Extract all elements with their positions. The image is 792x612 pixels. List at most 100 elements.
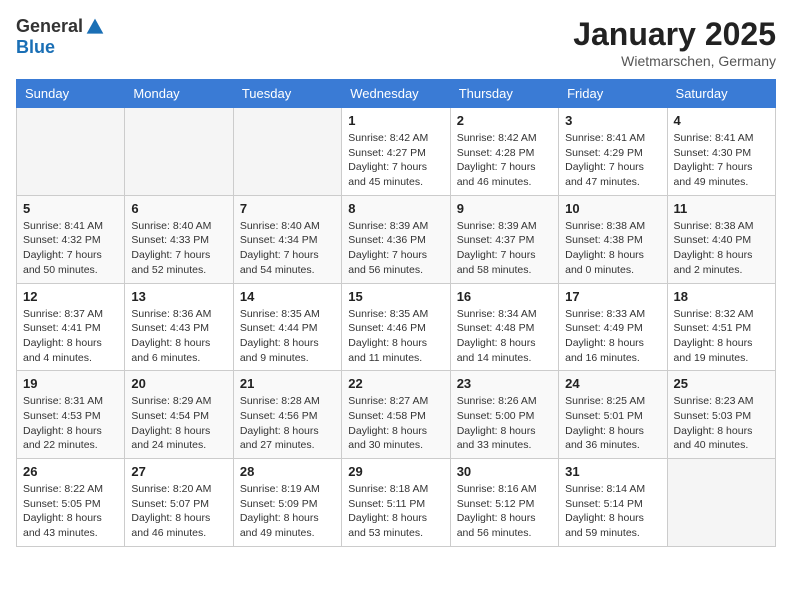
month-title: January 2025 bbox=[573, 16, 776, 53]
calendar-cell: 26Sunrise: 8:22 AM Sunset: 5:05 PM Dayli… bbox=[17, 459, 125, 547]
day-number: 31 bbox=[565, 464, 660, 479]
calendar-cell: 30 Sunrise: 8:16 AM Sunset: 5:12 PM Dayli… bbox=[450, 459, 558, 547]
calendar-cell: 1Sunrise: 8:42 AM Sunset: 4:27 PM Daylig… bbox=[342, 108, 450, 196]
day-header-friday: Friday bbox=[559, 80, 667, 108]
day-number: 22 bbox=[348, 376, 443, 391]
calendar-cell: 2 Sunrise: 8:42 AM Sunset: 4:28 PM Daylig… bbox=[450, 108, 558, 196]
day-info: Sunrise: 8:39 AM Sunset: 4:37 PM Dayligh… bbox=[457, 219, 552, 278]
calendar-cell: 23 Sunrise: 8:26 AM Sunset: 5:00 PM Dayli… bbox=[450, 371, 558, 459]
day-number: 1 bbox=[348, 113, 443, 128]
day-info: Sunrise: 8:32 AM Sunset: 4:51 PM Dayligh… bbox=[674, 307, 769, 366]
calendar-cell: 7 Sunrise: 8:40 AM Sunset: 4:34 PM Daylig… bbox=[233, 195, 341, 283]
calendar-cell: 17 Sunrise: 8:33 AM Sunset: 4:49 PM Dayli… bbox=[559, 283, 667, 371]
day-number: 20 bbox=[131, 376, 226, 391]
calendar-cell: 31 Sunrise: 8:14 AM Sunset: 5:14 PM Dayli… bbox=[559, 459, 667, 547]
day-info: Sunrise: 8:38 AM Sunset: 4:40 PM Dayligh… bbox=[674, 219, 769, 278]
title-section: January 2025 Wietmarschen, Germany bbox=[573, 16, 776, 69]
day-number: 9 bbox=[457, 201, 552, 216]
day-number: 25 bbox=[674, 376, 769, 391]
day-info: Sunrise: 8:35 AM Sunset: 4:44 PM Dayligh… bbox=[240, 307, 335, 366]
day-number: 2 bbox=[457, 113, 552, 128]
calendar-cell: 20 Sunrise: 8:29 AM Sunset: 4:54 PM Dayli… bbox=[125, 371, 233, 459]
calendar-cell: 28 Sunrise: 8:19 AM Sunset: 5:09 PM Dayli… bbox=[233, 459, 341, 547]
calendar-table: SundayMondayTuesdayWednesdayThursdayFrid… bbox=[16, 79, 776, 547]
day-number: 24 bbox=[565, 376, 660, 391]
day-number: 27 bbox=[131, 464, 226, 479]
day-info: Sunrise: 8:14 AM Sunset: 5:14 PM Dayligh… bbox=[565, 482, 660, 541]
calendar-cell: 5Sunrise: 8:41 AM Sunset: 4:32 PM Daylig… bbox=[17, 195, 125, 283]
day-number: 17 bbox=[565, 289, 660, 304]
week-row-5: 26Sunrise: 8:22 AM Sunset: 5:05 PM Dayli… bbox=[17, 459, 776, 547]
calendar-cell: 16 Sunrise: 8:34 AM Sunset: 4:48 PM Dayli… bbox=[450, 283, 558, 371]
calendar-cell: 25Sunrise: 8:23 AM Sunset: 5:03 PM Dayli… bbox=[667, 371, 775, 459]
calendar-cell: 19Sunrise: 8:31 AM Sunset: 4:53 PM Dayli… bbox=[17, 371, 125, 459]
day-number: 13 bbox=[131, 289, 226, 304]
logo-blue-text: Blue bbox=[16, 37, 55, 58]
calendar-cell: 11 Sunrise: 8:38 AM Sunset: 4:40 PM Dayli… bbox=[667, 195, 775, 283]
calendar-cell: 8Sunrise: 8:39 AM Sunset: 4:36 PM Daylig… bbox=[342, 195, 450, 283]
logo-general-text: General bbox=[16, 16, 83, 37]
day-number: 29 bbox=[348, 464, 443, 479]
calendar-cell: 13 Sunrise: 8:36 AM Sunset: 4:43 PM Dayli… bbox=[125, 283, 233, 371]
day-info: Sunrise: 8:29 AM Sunset: 4:54 PM Dayligh… bbox=[131, 394, 226, 453]
day-info: Sunrise: 8:22 AM Sunset: 5:05 PM Dayligh… bbox=[23, 482, 118, 541]
day-info: Sunrise: 8:36 AM Sunset: 4:43 PM Dayligh… bbox=[131, 307, 226, 366]
day-header-monday: Monday bbox=[125, 80, 233, 108]
day-number: 15 bbox=[348, 289, 443, 304]
day-number: 8 bbox=[348, 201, 443, 216]
day-info: Sunrise: 8:26 AM Sunset: 5:00 PM Dayligh… bbox=[457, 394, 552, 453]
calendar-cell: 3 Sunrise: 8:41 AM Sunset: 4:29 PM Daylig… bbox=[559, 108, 667, 196]
day-info: Sunrise: 8:20 AM Sunset: 5:07 PM Dayligh… bbox=[131, 482, 226, 541]
calendar-cell: 4 Sunrise: 8:41 AM Sunset: 4:30 PM Daylig… bbox=[667, 108, 775, 196]
calendar-cell bbox=[125, 108, 233, 196]
calendar-cell bbox=[233, 108, 341, 196]
day-number: 21 bbox=[240, 376, 335, 391]
calendar-header-row: SundayMondayTuesdayWednesdayThursdayFrid… bbox=[17, 80, 776, 108]
day-number: 7 bbox=[240, 201, 335, 216]
day-info: Sunrise: 8:41 AM Sunset: 4:29 PM Dayligh… bbox=[565, 131, 660, 190]
day-number: 4 bbox=[674, 113, 769, 128]
day-header-thursday: Thursday bbox=[450, 80, 558, 108]
week-row-1: 1Sunrise: 8:42 AM Sunset: 4:27 PM Daylig… bbox=[17, 108, 776, 196]
day-info: Sunrise: 8:28 AM Sunset: 4:56 PM Dayligh… bbox=[240, 394, 335, 453]
day-info: Sunrise: 8:18 AM Sunset: 5:11 PM Dayligh… bbox=[348, 482, 443, 541]
day-info: Sunrise: 8:41 AM Sunset: 4:30 PM Dayligh… bbox=[674, 131, 769, 190]
day-info: Sunrise: 8:35 AM Sunset: 4:46 PM Dayligh… bbox=[348, 307, 443, 366]
day-info: Sunrise: 8:25 AM Sunset: 5:01 PM Dayligh… bbox=[565, 394, 660, 453]
day-info: Sunrise: 8:40 AM Sunset: 4:33 PM Dayligh… bbox=[131, 219, 226, 278]
calendar-cell: 12Sunrise: 8:37 AM Sunset: 4:41 PM Dayli… bbox=[17, 283, 125, 371]
day-number: 23 bbox=[457, 376, 552, 391]
day-info: Sunrise: 8:34 AM Sunset: 4:48 PM Dayligh… bbox=[457, 307, 552, 366]
day-info: Sunrise: 8:42 AM Sunset: 4:28 PM Dayligh… bbox=[457, 131, 552, 190]
calendar-cell: 24 Sunrise: 8:25 AM Sunset: 5:01 PM Dayli… bbox=[559, 371, 667, 459]
day-number: 16 bbox=[457, 289, 552, 304]
day-info: Sunrise: 8:37 AM Sunset: 4:41 PM Dayligh… bbox=[23, 307, 118, 366]
day-info: Sunrise: 8:19 AM Sunset: 5:09 PM Dayligh… bbox=[240, 482, 335, 541]
day-header-saturday: Saturday bbox=[667, 80, 775, 108]
location: Wietmarschen, Germany bbox=[573, 53, 776, 69]
day-info: Sunrise: 8:40 AM Sunset: 4:34 PM Dayligh… bbox=[240, 219, 335, 278]
calendar-cell: 22 Sunrise: 8:27 AM Sunset: 4:58 PM Dayli… bbox=[342, 371, 450, 459]
calendar-cell: 10Sunrise: 8:38 AM Sunset: 4:38 PM Dayli… bbox=[559, 195, 667, 283]
calendar-cell: 6 Sunrise: 8:40 AM Sunset: 4:33 PM Daylig… bbox=[125, 195, 233, 283]
logo-icon bbox=[85, 17, 105, 37]
day-header-tuesday: Tuesday bbox=[233, 80, 341, 108]
calendar-cell: 27 Sunrise: 8:20 AM Sunset: 5:07 PM Dayli… bbox=[125, 459, 233, 547]
day-info: Sunrise: 8:33 AM Sunset: 4:49 PM Dayligh… bbox=[565, 307, 660, 366]
day-number: 30 bbox=[457, 464, 552, 479]
day-info: Sunrise: 8:16 AM Sunset: 5:12 PM Dayligh… bbox=[457, 482, 552, 541]
day-number: 14 bbox=[240, 289, 335, 304]
day-header-wednesday: Wednesday bbox=[342, 80, 450, 108]
week-row-3: 12Sunrise: 8:37 AM Sunset: 4:41 PM Dayli… bbox=[17, 283, 776, 371]
week-row-2: 5Sunrise: 8:41 AM Sunset: 4:32 PM Daylig… bbox=[17, 195, 776, 283]
day-number: 28 bbox=[240, 464, 335, 479]
calendar-cell: 9 Sunrise: 8:39 AM Sunset: 4:37 PM Daylig… bbox=[450, 195, 558, 283]
day-number: 6 bbox=[131, 201, 226, 216]
week-row-4: 19Sunrise: 8:31 AM Sunset: 4:53 PM Dayli… bbox=[17, 371, 776, 459]
logo: General Blue bbox=[16, 16, 105, 58]
day-number: 11 bbox=[674, 201, 769, 216]
day-number: 3 bbox=[565, 113, 660, 128]
day-info: Sunrise: 8:38 AM Sunset: 4:38 PM Dayligh… bbox=[565, 219, 660, 278]
calendar-cell: 18Sunrise: 8:32 AM Sunset: 4:51 PM Dayli… bbox=[667, 283, 775, 371]
day-info: Sunrise: 8:27 AM Sunset: 4:58 PM Dayligh… bbox=[348, 394, 443, 453]
